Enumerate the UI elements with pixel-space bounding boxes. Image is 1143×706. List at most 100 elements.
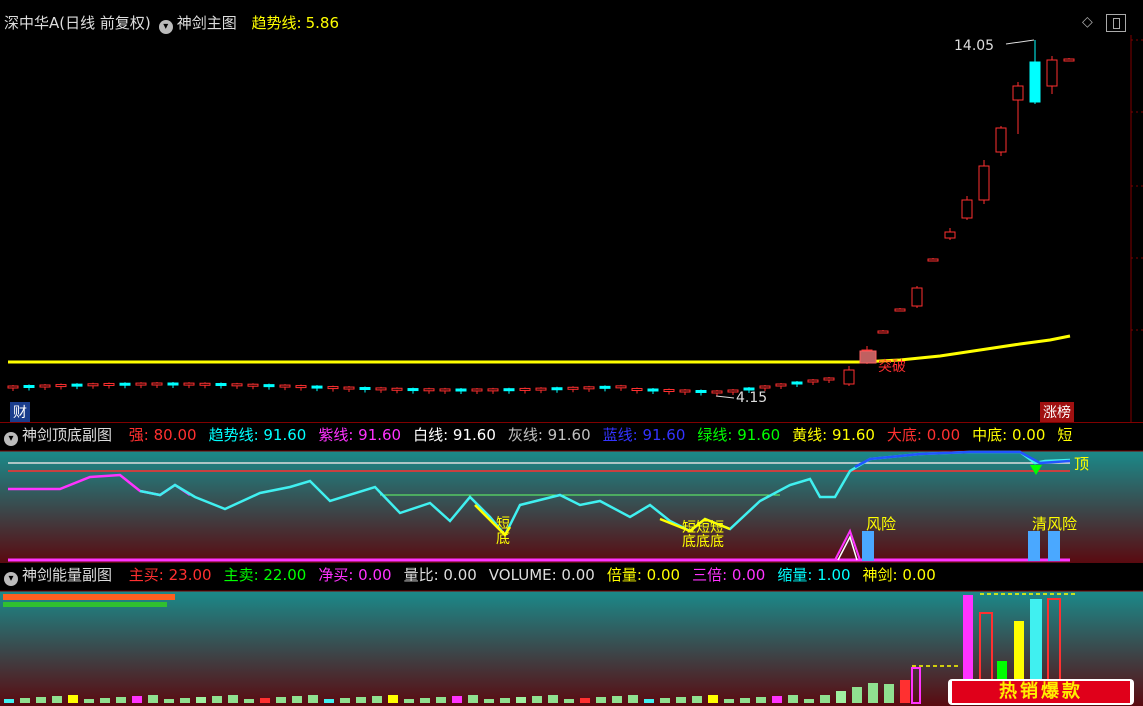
candle [503, 388, 515, 392]
candle [455, 388, 467, 392]
breakout-label: 突破 [878, 359, 906, 375]
volume-bar [660, 698, 670, 703]
sub-chart-top-bottom[interactable]: ▾ 神剑顶底副图 强: 80.00 趋势线: 91.60 紫线: 91.60 白线: 9… [0, 423, 1143, 563]
candle [247, 383, 259, 387]
candle [423, 388, 435, 392]
volume-bar [436, 697, 446, 703]
volume-bar [868, 683, 878, 703]
candle [327, 386, 339, 390]
volume-bar [644, 699, 654, 703]
candle [231, 383, 243, 387]
candle [407, 388, 419, 392]
volume-bar [580, 698, 590, 703]
candle [167, 382, 179, 386]
candle [647, 388, 659, 392]
candle [23, 385, 35, 389]
trend-label: 趋势线: [251, 14, 302, 32]
candle [583, 386, 595, 390]
volume-bar [788, 695, 798, 703]
candle [711, 390, 723, 394]
top-label: 顶 [1074, 455, 1090, 473]
volume-bar [4, 699, 14, 703]
volume-bar [308, 695, 318, 703]
volume-bar [852, 687, 862, 703]
volume-bar [52, 696, 62, 703]
volume-bar [372, 696, 382, 703]
volume-bar [532, 696, 542, 703]
candle [439, 388, 451, 392]
candle [471, 388, 483, 392]
candle [961, 199, 973, 219]
volume-bar [500, 698, 510, 703]
promo-banner[interactable]: 热销爆款 [948, 679, 1134, 705]
diamond-icon[interactable]: ◇ [1082, 14, 1093, 30]
candle [215, 383, 227, 387]
candle [391, 387, 403, 391]
volume-bar [516, 697, 526, 703]
volume-bar [564, 699, 574, 703]
candle [695, 390, 707, 393]
candle [877, 330, 889, 334]
volume-bar [100, 698, 110, 703]
sub-chart-energy[interactable]: ▾ 神剑能量副图 主买: 23.00 主卖: 22.00 净买: 0.00 量比: 0.… [0, 563, 1143, 706]
candle [631, 388, 643, 391]
volume-bar [676, 697, 686, 703]
candle [944, 231, 956, 239]
volume-bar [708, 695, 718, 703]
indicator-name[interactable]: 神剑主图 [177, 14, 237, 32]
volume-bar [596, 697, 606, 703]
candle [295, 385, 307, 389]
candle [135, 382, 147, 386]
finance-tag[interactable]: 财 [10, 402, 30, 422]
candle [375, 387, 387, 391]
volume-bar [356, 697, 366, 703]
trend-value: 5.86 [305, 14, 339, 32]
candle [7, 385, 19, 389]
candle [843, 369, 855, 385]
sub1-canvas[interactable] [0, 423, 1143, 563]
low-marker-line [715, 395, 735, 399]
low-price-label: 4.15 [736, 390, 768, 406]
volume-bar [116, 697, 126, 703]
candle [199, 382, 211, 386]
candle [599, 385, 611, 389]
volume-bar [820, 695, 830, 703]
candle [679, 389, 691, 393]
candle [567, 386, 579, 390]
candle [103, 382, 115, 386]
volume-bar [452, 696, 462, 703]
volume-bar [420, 698, 430, 703]
candle [927, 258, 939, 262]
stock-name[interactable]: 深中华A(日线 前复权) [4, 14, 151, 32]
candle [894, 308, 906, 312]
window-restore-icon[interactable] [1106, 14, 1126, 32]
bottom-label-2b: 底底底 [682, 534, 724, 550]
candle [119, 382, 131, 386]
candle [1046, 59, 1058, 87]
volume-bar [468, 695, 478, 703]
main-chart-canvas[interactable] [0, 0, 1143, 422]
candle [343, 386, 355, 390]
main-chart-panel[interactable]: 深中华A(日线 前复权) ▾ 神剑主图 趋势线: 5.86 ◇ 14.05 4.15 … [0, 0, 1143, 423]
volume-bar [36, 697, 46, 703]
candle [263, 384, 275, 388]
chevron-down-icon[interactable]: ▾ [158, 20, 173, 34]
high-price-label: 14.05 [954, 38, 995, 54]
risk-label-2: 清风险 [1032, 515, 1078, 533]
volume-bar [836, 691, 846, 703]
volume-bar [68, 695, 78, 703]
candle [911, 287, 923, 307]
volume-bar [388, 695, 398, 703]
candle [359, 387, 371, 391]
candle [55, 384, 67, 388]
limit-up-tag[interactable]: 涨榜 [1040, 402, 1074, 422]
volume-bar [772, 696, 782, 703]
candle [71, 383, 83, 387]
candle [663, 389, 675, 392]
bottom-label-1: 短底 [496, 516, 510, 547]
candle [807, 379, 819, 383]
candle [279, 384, 291, 388]
volume-bar [132, 696, 142, 703]
breakout-box [859, 350, 877, 364]
volume-bar [244, 699, 254, 703]
